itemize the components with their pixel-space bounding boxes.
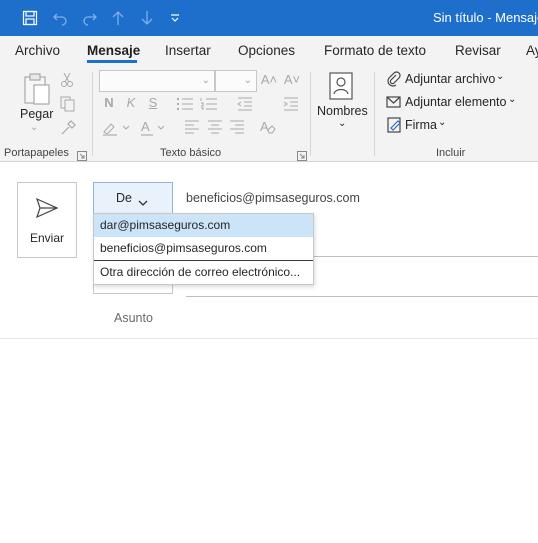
redo-icon[interactable] (80, 8, 100, 28)
attach-file-chevron-icon[interactable]: ⌄ (496, 71, 504, 82)
undo-icon[interactable] (50, 8, 70, 28)
signature-button[interactable]: Firma (405, 118, 437, 132)
next-item-icon[interactable] (137, 8, 157, 28)
from-label: De (116, 191, 132, 205)
include-group-label: Incluir (436, 147, 466, 159)
numbering-icon[interactable] (200, 97, 218, 116)
paperclip-icon (386, 71, 402, 92)
decrease-indent-icon[interactable] (237, 97, 253, 116)
grow-font-icon[interactable]: A˄ (260, 72, 278, 87)
highlight-icon[interactable] (102, 120, 132, 141)
from-option[interactable]: beneficios@pimsaseguros.com (94, 237, 313, 260)
previous-item-icon[interactable] (108, 8, 128, 28)
names-chevron-down-icon[interactable]: ⌄ (338, 118, 346, 129)
separator (374, 72, 375, 156)
chevron-down-icon: ⌄ (201, 75, 210, 86)
chevron-down-icon (138, 194, 148, 212)
other-address-option[interactable]: Otra dirección de correo electrónico... (94, 261, 313, 284)
signature-icon (387, 117, 403, 138)
from-address: beneficios@pimsaseguros.com (186, 191, 360, 205)
tab-mensaje[interactable]: Mensaje (87, 43, 140, 58)
underline-button[interactable]: S (144, 95, 162, 110)
paste-icon[interactable] (22, 72, 52, 111)
svg-text:A: A (141, 119, 150, 134)
shrink-font-icon[interactable]: A˅ (283, 72, 301, 87)
italic-button[interactable]: K (122, 95, 140, 110)
align-right-icon[interactable] (229, 120, 245, 139)
paste-button[interactable]: Pegar (20, 107, 53, 121)
increase-indent-icon[interactable] (283, 97, 299, 116)
customize-qat-icon[interactable] (165, 8, 185, 28)
attach-item-icon (386, 94, 402, 115)
send-label: Enviar (29, 231, 64, 245)
tab-revisar[interactable]: Revisar (455, 43, 501, 58)
chevron-down-icon: ⌄ (243, 75, 252, 86)
copy-icon[interactable] (60, 96, 76, 117)
tab-opciones[interactable]: Opciones (238, 43, 295, 58)
address-book-icon[interactable] (326, 71, 356, 106)
clear-formatting-icon[interactable]: A (259, 118, 277, 141)
signature-chevron-icon[interactable]: ⌄ (438, 117, 446, 128)
send-icon (35, 197, 59, 223)
basic-text-group-label: Texto básico (160, 147, 222, 159)
header-divider (0, 338, 538, 339)
subject-label[interactable]: Asunto (114, 311, 153, 325)
paste-dropdown-chevron-icon[interactable]: ⌄ (30, 122, 38, 133)
svg-text:A: A (260, 119, 269, 134)
from-button[interactable]: De (93, 182, 173, 214)
tab-insertar[interactable]: Insertar (165, 43, 211, 58)
from-option[interactable]: dar@pimsaseguros.com (94, 214, 313, 237)
bold-button[interactable]: N (100, 95, 118, 110)
format-painter-icon[interactable] (60, 120, 76, 141)
ribbon: Pegar ⌄ Portapapeles ⌄ ⌄ A˄ A˅ N K S A A… (0, 66, 538, 162)
separator (92, 72, 93, 156)
send-button[interactable]: Enviar (17, 182, 77, 258)
active-tab-indicator (87, 60, 137, 63)
attach-file-button[interactable]: Adjuntar archivo (405, 72, 495, 86)
font-family-select[interactable]: ⌄ (99, 70, 215, 92)
align-left-icon[interactable] (184, 120, 200, 139)
tab-archivo[interactable]: Archivo (15, 43, 60, 58)
font-size-select[interactable]: ⌄ (215, 70, 257, 92)
ribbon-tabs: Archivo Mensaje Insertar Opciones Format… (0, 36, 538, 66)
from-dropdown-menu: dar@pimsaseguros.com beneficios@pimsaseg… (93, 213, 314, 285)
bullets-icon[interactable] (176, 97, 194, 116)
font-color-icon[interactable]: A (140, 119, 170, 142)
clipboard-group-label: Portapapeles (4, 147, 69, 159)
attach-item-button[interactable]: Adjuntar elemento (405, 95, 506, 109)
cut-icon[interactable] (60, 72, 74, 93)
names-button[interactable]: Nombres (317, 104, 368, 118)
align-center-icon[interactable] (207, 120, 223, 139)
title-bar: Sin título - Mensaje (0, 0, 538, 36)
save-icon[interactable] (20, 8, 40, 28)
cc-field-line (186, 296, 538, 297)
tab-formato-de-texto[interactable]: Formato de texto (324, 43, 426, 58)
separator (310, 72, 311, 156)
tab-ayuda[interactable]: Ay (526, 43, 538, 58)
attach-item-chevron-icon[interactable]: ⌄ (508, 94, 516, 105)
window-title: Sin título - Mensaje (433, 10, 538, 25)
